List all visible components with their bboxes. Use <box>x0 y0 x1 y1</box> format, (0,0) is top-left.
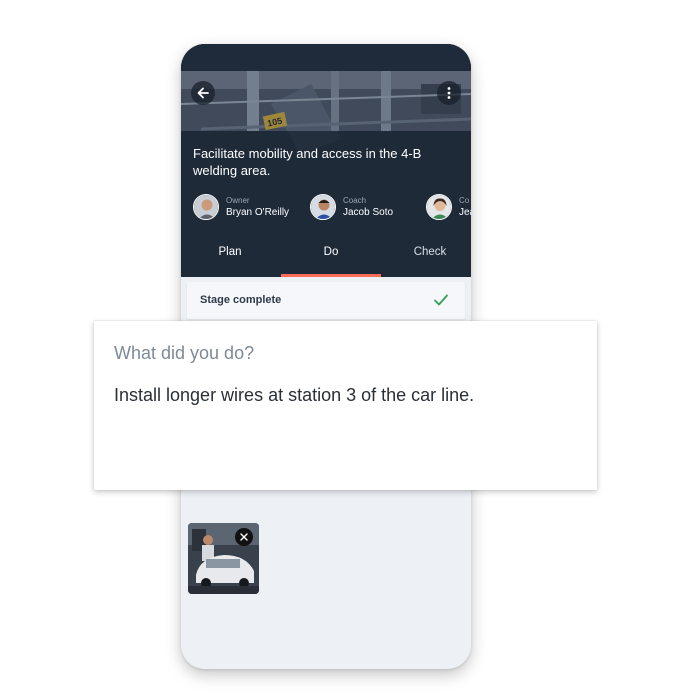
back-button[interactable] <box>191 81 215 105</box>
avatar-owner <box>193 194 219 220</box>
attachment-thumbnail[interactable] <box>188 523 259 594</box>
hero-header: 105 Facilitate mobility and access in th… <box>181 44 471 277</box>
person-role: Co <box>459 195 470 205</box>
person-name: Jacob Soto <box>343 206 394 218</box>
field-value[interactable]: Install longer wires at station 3 of the… <box>114 385 474 406</box>
field-label: What did you do? <box>114 343 255 363</box>
more-options-button[interactable] <box>437 81 461 105</box>
tab-do[interactable]: Do <box>281 240 381 277</box>
check-icon <box>434 294 448 306</box>
remove-attachment-button[interactable] <box>235 528 253 546</box>
stage-complete-label: Stage complete <box>200 294 282 306</box>
person-role: Owner <box>226 195 250 205</box>
stage-tabs: Plan Do Check <box>181 240 471 277</box>
people-row: Owner Bryan O'Reilly Coach Jacob Soto Co… <box>193 192 471 222</box>
person-collaborator[interactable]: Co Jea <box>426 192 471 222</box>
what-did-you-do-field[interactable]: What did you do? Install longer wires at… <box>94 321 597 490</box>
close-icon <box>240 533 248 541</box>
page-title: Facilitate mobility and access in the 4-… <box>193 146 422 178</box>
more-vertical-icon <box>447 87 451 99</box>
active-tab-indicator <box>281 274 381 277</box>
tab-check[interactable]: Check <box>381 240 471 277</box>
avatar-coach <box>310 194 336 220</box>
person-role: Coach <box>343 195 367 205</box>
avatar-collaborator <box>426 194 452 220</box>
person-name: Jea <box>459 206 471 218</box>
person-owner[interactable]: Owner Bryan O'Reilly <box>193 192 289 222</box>
stage-complete-row[interactable]: Stage complete <box>187 282 465 319</box>
person-coach[interactable]: Coach Jacob Soto <box>310 192 393 222</box>
tab-plan[interactable]: Plan <box>181 240 279 277</box>
arrow-left-icon <box>197 87 209 99</box>
person-name: Bryan O'Reilly <box>226 206 290 218</box>
